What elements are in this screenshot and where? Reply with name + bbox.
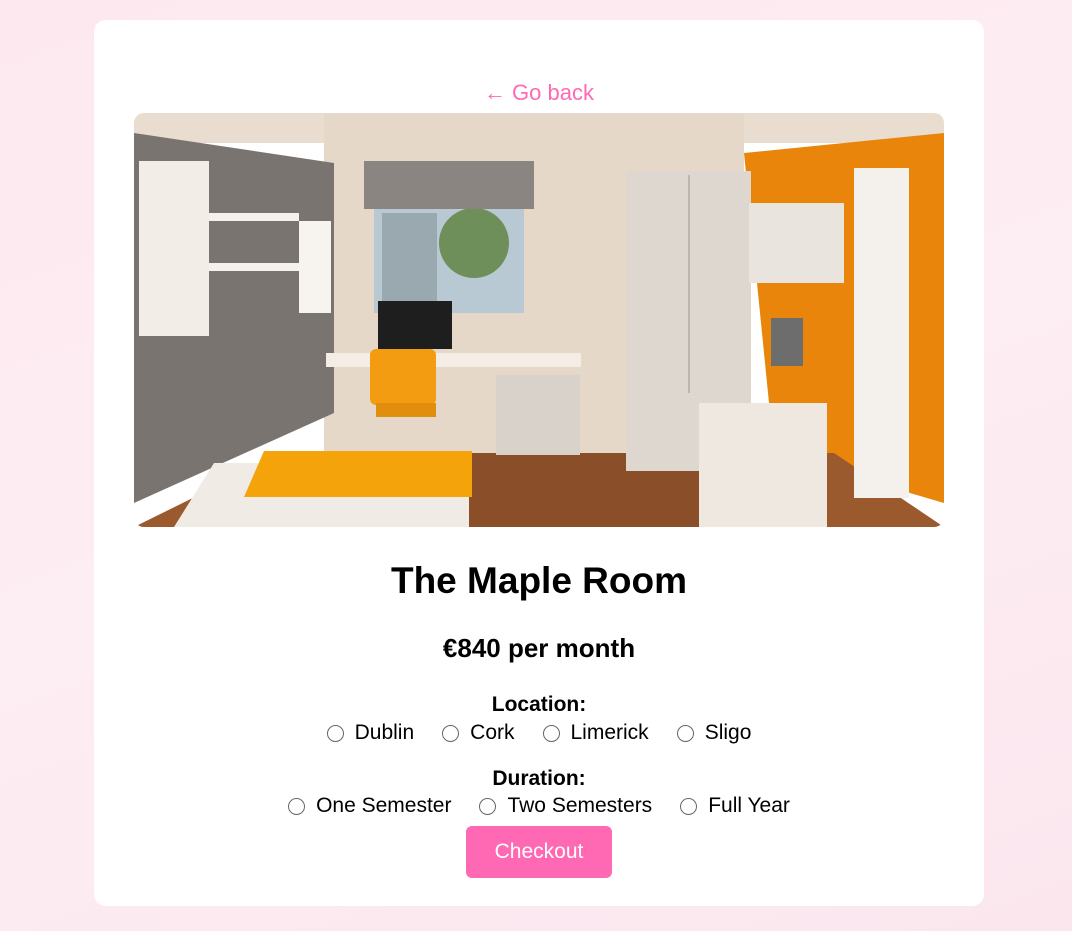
radio-sligo[interactable]: [676, 724, 694, 742]
duration-option-label: Two Semesters: [507, 794, 653, 817]
location-options: Dublin Cork Limerick Sligo: [94, 721, 984, 745]
duration-option-one-semester[interactable]: One Semester: [288, 794, 451, 818]
location-option-sligo[interactable]: Sligo: [676, 721, 752, 745]
room-title: The Maple Room: [390, 560, 688, 601]
room-detail-card: ← Go back The Maple Room €840 per month …: [94, 20, 984, 906]
radio-one-semester[interactable]: [288, 797, 306, 815]
radio-limerick[interactable]: [542, 724, 560, 742]
checkout-button[interactable]: Checkout: [466, 826, 612, 878]
location-label: Location:: [491, 693, 587, 716]
duration-option-full-year[interactable]: Full Year: [680, 794, 790, 818]
duration-label: Duration:: [492, 767, 586, 790]
location-option-dublin[interactable]: Dublin: [326, 721, 415, 745]
back-arrow-icon: ←: [484, 80, 507, 105]
radio-dublin[interactable]: [326, 724, 344, 742]
radio-full-year[interactable]: [680, 797, 698, 815]
location-option-label: Sligo: [704, 721, 752, 744]
location-option-cork[interactable]: Cork: [442, 721, 515, 745]
room-photo: [134, 113, 944, 527]
location-option-label: Limerick: [570, 721, 649, 744]
radio-two-semesters[interactable]: [479, 797, 497, 815]
duration-option-two-semesters[interactable]: Two Semesters: [479, 794, 652, 818]
location-option-label: Cork: [470, 721, 515, 744]
room-price: €840 per month: [442, 633, 636, 663]
duration-options: One Semester Two Semesters Full Year: [94, 794, 984, 818]
radio-cork[interactable]: [442, 724, 460, 742]
duration-option-label: Full Year: [708, 794, 790, 817]
duration-option-label: One Semester: [316, 794, 452, 817]
location-option-label: Dublin: [354, 721, 415, 744]
go-back-label: Go back: [512, 80, 594, 105]
location-option-limerick[interactable]: Limerick: [542, 721, 649, 745]
go-back-link[interactable]: ← Go back: [94, 80, 984, 106]
